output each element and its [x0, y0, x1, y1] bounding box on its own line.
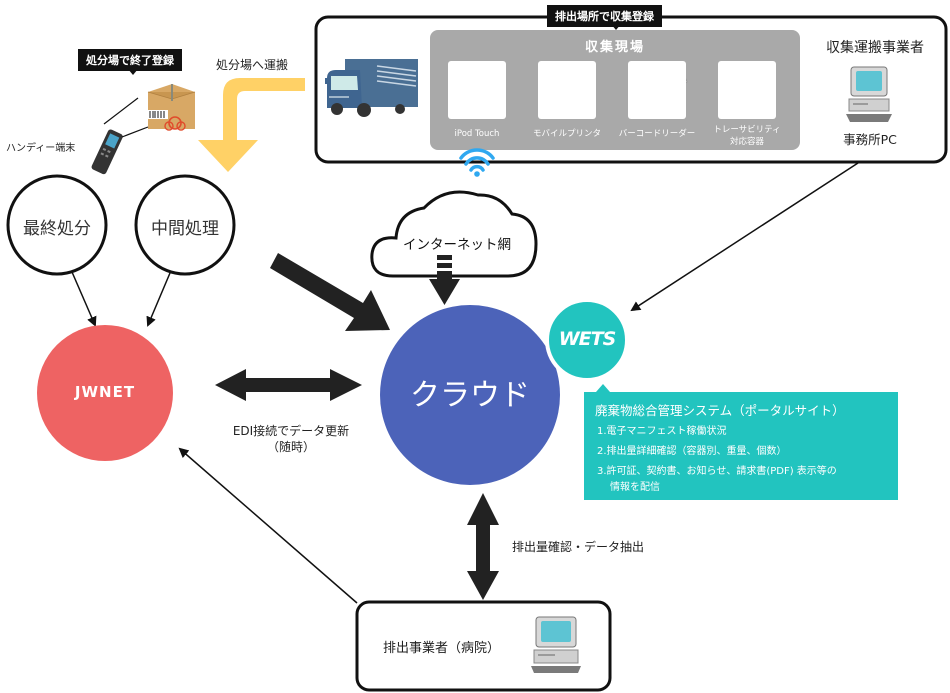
jwnet-label: JWNET [74, 383, 136, 401]
portal-item-3-cont: 情報を配信 [610, 482, 660, 493]
device-label-mobile-printer: モバイルプリンタ [532, 129, 601, 139]
handy-terminal-icon [91, 129, 123, 175]
final-disposal-label: 最終処分 [23, 219, 91, 239]
handy-connector-line [103, 97, 139, 125]
truck-icon [325, 59, 418, 117]
device-label-ipod-touch: iPod Touch [454, 129, 500, 139]
collection-register-tag: 排出場所で収集登録 [547, 5, 662, 27]
transport-label: 処分場へ運搬 [216, 58, 289, 72]
carrier-title: 収集運搬事業者 [826, 40, 924, 56]
internet-label: インターネット網 [403, 237, 511, 253]
collection-site-title: 収集現場 [584, 40, 645, 55]
portal-item-3: 3.許可証、契約書、お知らせ、請求書(PDF) 表示等の [597, 466, 837, 477]
emitter-label: 排出事業者（病院） [383, 641, 501, 656]
intermediate-label: 中間処理 [151, 219, 219, 239]
portal-item-2: 2.排出量詳細確認（容器別、重量、個数） [597, 446, 787, 457]
carrier-pc-icon [846, 66, 892, 122]
device-label-container-line1: トレーサビリティ [713, 125, 781, 135]
extract-double-arrow [467, 493, 499, 600]
transport-arrow [198, 78, 305, 172]
portal-pointer [596, 384, 610, 392]
disposal-register-tag: 処分場で終了登録 [78, 49, 182, 71]
disposal-tag-pointer [128, 69, 138, 75]
wets-label: WETS [558, 328, 617, 350]
device-tile-mobile-printer [538, 61, 596, 119]
cloud-label: クラウド [410, 378, 530, 413]
collection-tag-pointer [611, 24, 621, 30]
portal-item-1: 1.電子マニフェスト稼働状況 [597, 426, 727, 437]
edi-label-sub: （随時） [266, 440, 315, 454]
waste-box-icon [147, 84, 196, 131]
portal-title: 廃棄物総合管理システム（ポータルサイト） [595, 403, 845, 418]
device-tile-container [718, 61, 776, 119]
emitter-to-jwnet-arrow [178, 447, 358, 604]
carrier-to-wets-arrow [630, 162, 859, 312]
final-to-jwnet-arrow [71, 271, 97, 327]
device-tile-ipod-touch [448, 61, 506, 119]
intermediate-to-jwnet-arrow [146, 272, 171, 327]
handy-box-line [121, 126, 149, 138]
edi-double-arrow [215, 369, 362, 401]
device-label-barcode-reader: バーコードリーダー [618, 129, 696, 139]
handy-terminal-label: ハンディー端末 [6, 143, 76, 154]
extract-label: 排出量確認・データ抽出 [512, 540, 645, 554]
carrier-pc-label: 事務所PC [843, 132, 897, 147]
edi-label: EDI接続でデータ更新 [232, 424, 350, 438]
device-label-container-line2: 対応容器 [729, 137, 764, 147]
device-tile-barcode-reader [628, 61, 686, 119]
